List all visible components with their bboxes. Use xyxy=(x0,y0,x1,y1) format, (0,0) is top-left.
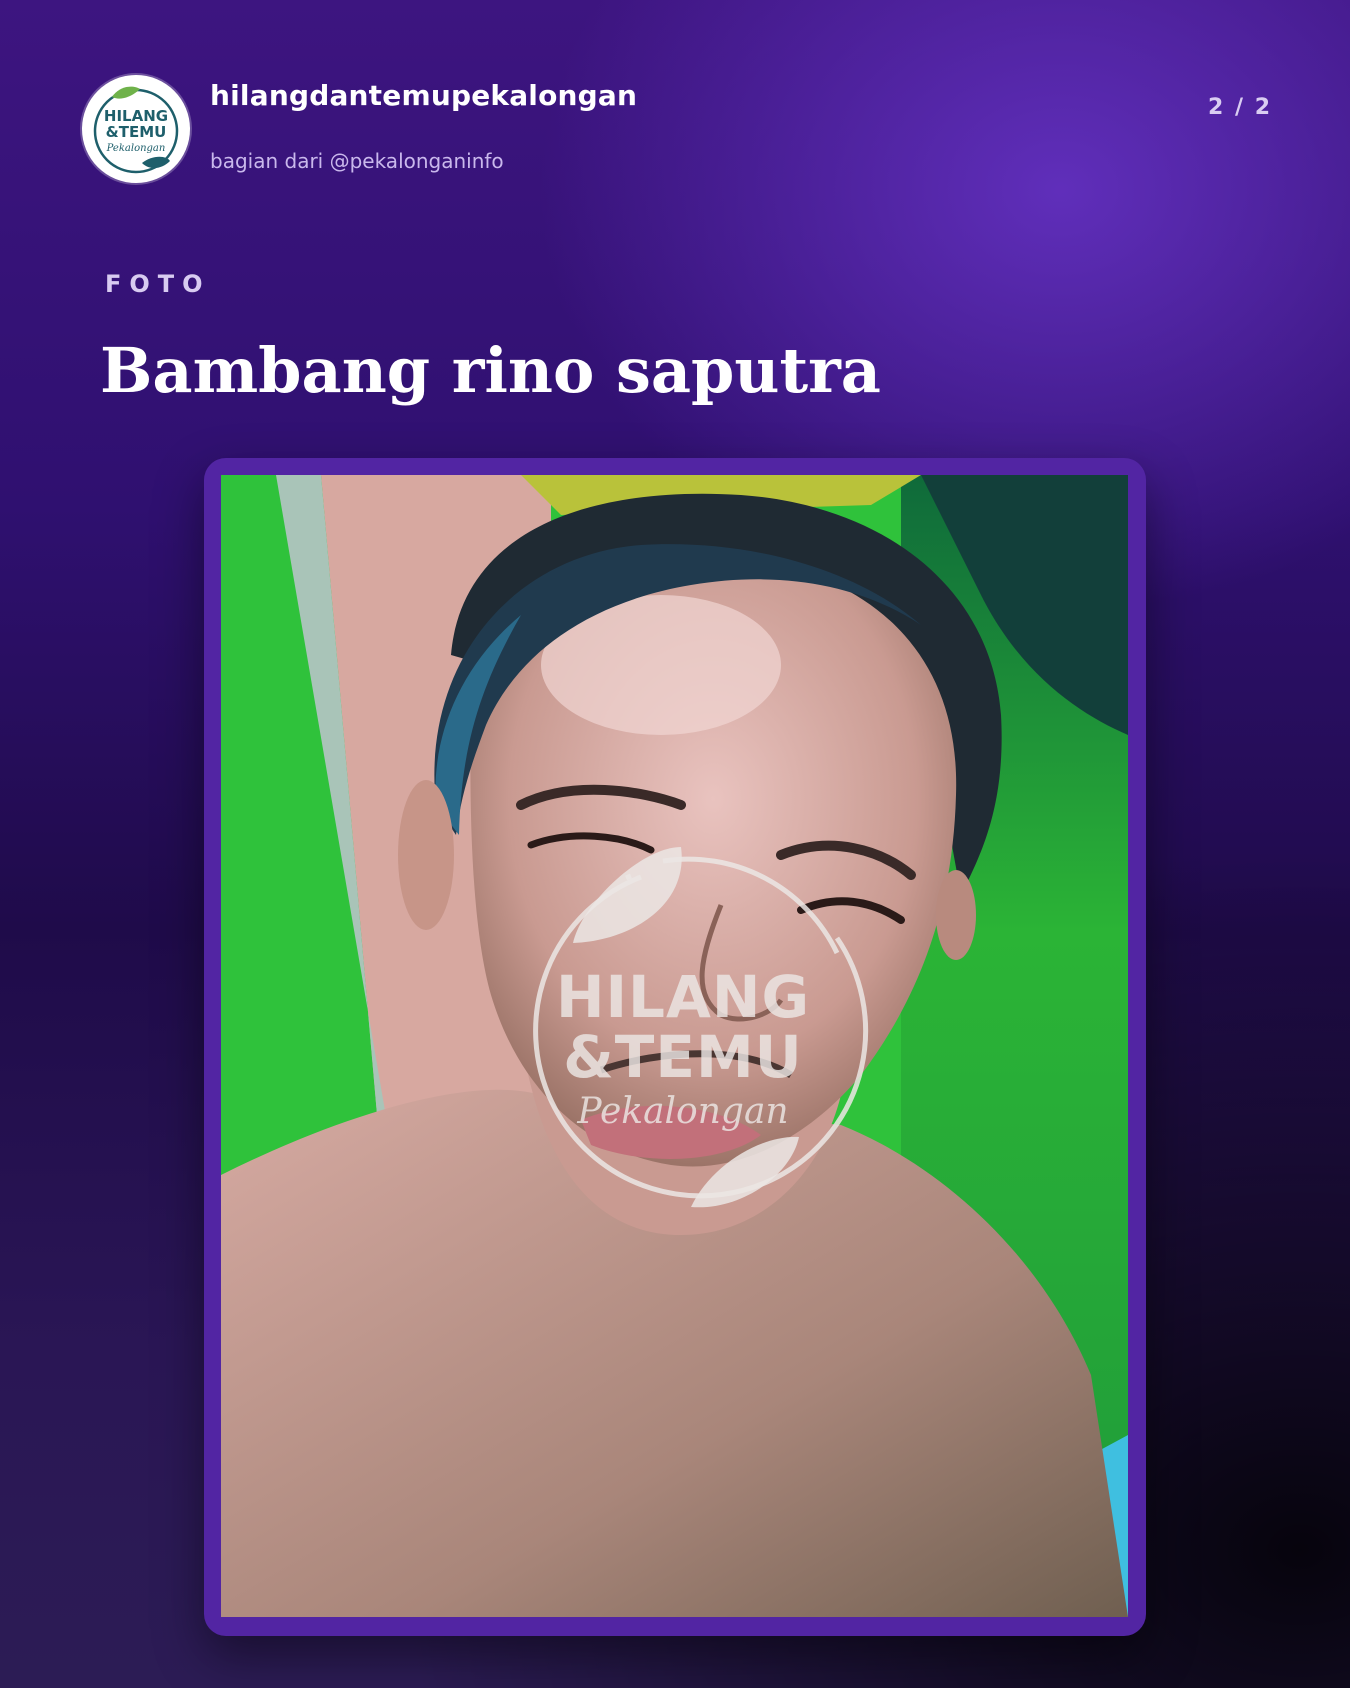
photo-frame: HILANG &TEMU Pekalongan xyxy=(204,458,1146,1636)
section-label: FOTO xyxy=(105,270,211,298)
post-header: HILANG &TEMU Pekalongan hilangdantemupek… xyxy=(82,75,1272,185)
person-photo-illustration xyxy=(221,475,1128,1617)
slide-counter: 2 / 2 xyxy=(1208,95,1272,120)
account-subtitle: bagian dari @pekalonganinfo xyxy=(210,149,504,173)
account-avatar[interactable]: HILANG &TEMU Pekalongan xyxy=(82,75,190,183)
account-name[interactable]: hilangdantemupekalongan xyxy=(210,79,637,112)
person-name-title: Bambang rino saputra xyxy=(100,334,881,407)
person-photo[interactable]: HILANG &TEMU Pekalongan xyxy=(221,475,1128,1617)
svg-text:Pekalongan: Pekalongan xyxy=(106,143,166,154)
svg-text:&TEMU: &TEMU xyxy=(106,123,167,141)
hilang-temu-logo-icon: HILANG &TEMU Pekalongan xyxy=(86,79,186,179)
